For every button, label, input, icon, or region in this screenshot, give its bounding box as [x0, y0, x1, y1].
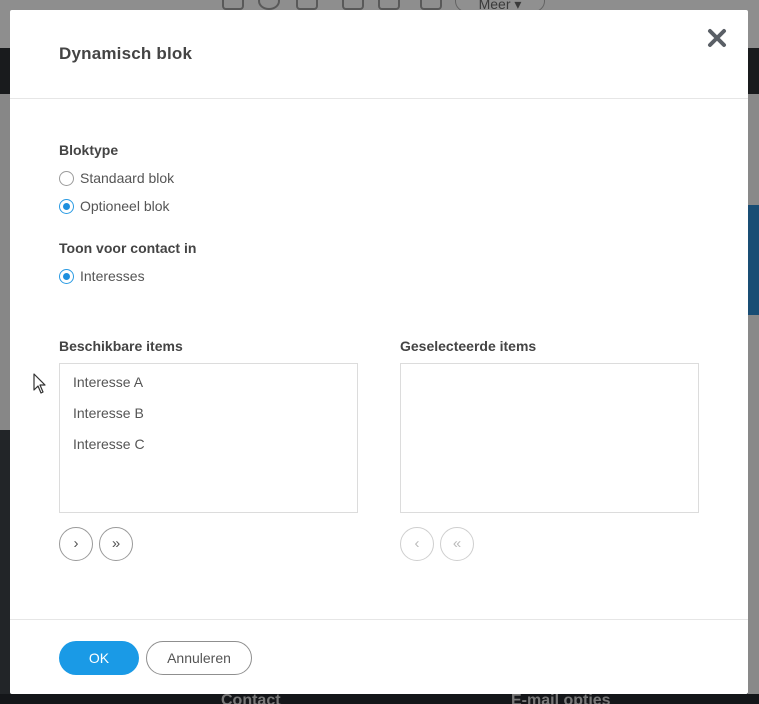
close-icon [708, 29, 726, 47]
dialog-header: Dynamisch blok [10, 10, 748, 99]
blocktype-label: Bloktype [59, 142, 119, 158]
radio-interests[interactable]: Interesses [59, 266, 145, 286]
dialog-footer: OK Annuleren [10, 619, 748, 694]
mouse-cursor-icon [33, 373, 46, 394]
add-selected-button[interactable]: › [59, 527, 93, 561]
add-all-button[interactable]: » [99, 527, 133, 561]
radio-checked-icon [59, 198, 74, 214]
available-items-label: Beschikbare items [59, 338, 183, 354]
radio-label: Interesses [80, 268, 145, 284]
close-button[interactable] [705, 26, 729, 50]
available-items-list[interactable]: Interesse A Interesse B Interesse C [59, 363, 358, 513]
remove-all-button[interactable]: « [440, 527, 474, 561]
radio-label: Optioneel blok [80, 198, 170, 214]
radio-label: Standaard blok [80, 170, 175, 186]
selected-items-list[interactable] [400, 363, 699, 513]
radio-standard-block[interactable]: Standaard blok [59, 168, 174, 188]
list-item[interactable]: Interesse B [73, 405, 144, 421]
dynamic-block-dialog: Dynamisch blok Bloktype Standaard blok O… [10, 10, 748, 694]
radio-checked-icon [59, 268, 74, 284]
cancel-button[interactable]: Annuleren [146, 641, 252, 675]
ok-button[interactable]: OK [59, 641, 139, 675]
remove-selected-button[interactable]: ‹ [400, 527, 434, 561]
radio-optional-block[interactable]: Optioneel blok [59, 196, 170, 216]
list-item[interactable]: Interesse A [73, 374, 143, 390]
radio-unchecked-icon [59, 170, 74, 186]
show-for-contact-label: Toon voor contact in [59, 240, 197, 256]
dialog-title: Dynamisch blok [59, 44, 193, 63]
selected-items-label: Geselecteerde items [400, 338, 537, 354]
list-item[interactable]: Interesse C [73, 436, 145, 452]
